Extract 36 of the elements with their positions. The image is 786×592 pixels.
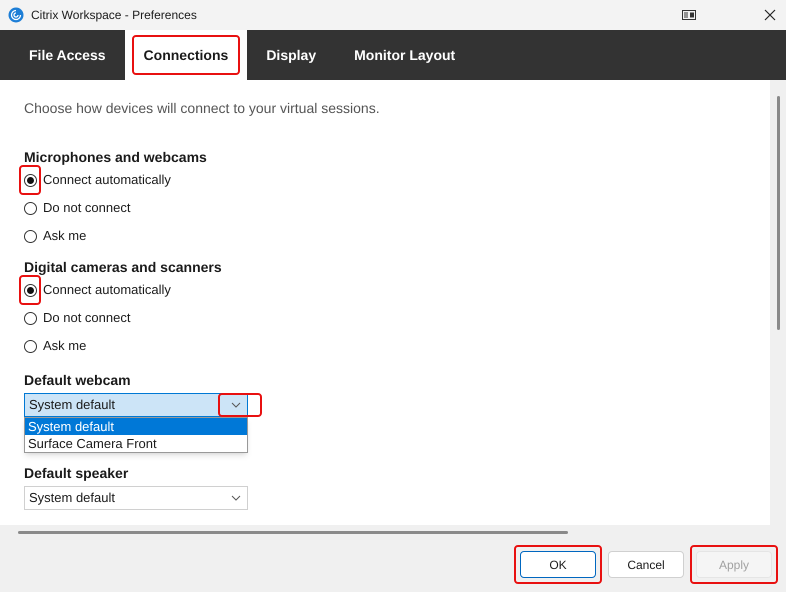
highlight-frame: Connections [132,35,240,75]
tab[interactable]: Display [247,30,336,80]
radio-button[interactable] [24,202,36,214]
radio-button[interactable] [24,230,36,242]
dialog-button[interactable]: OK [520,551,596,578]
radio-button[interactable] [24,340,36,352]
option-label: Connect automatically [43,281,171,300]
tab[interactable]: Connections [124,30,248,80]
dropdown[interactable]: System default [24,393,248,417]
radio-button[interactable] [24,284,36,296]
dropdown[interactable]: System default [24,486,248,510]
dropdown-value: System default [29,396,115,414]
option-label: Ask me [43,227,86,246]
intro-text: Choose how devices will connect to your virtual sessions. [24,99,381,118]
chevron-down-icon [231,495,241,501]
close-icon[interactable] [764,9,776,21]
option-label: Connect automatically [43,171,171,190]
window-mode-icon[interactable] [682,10,696,20]
tab[interactable]: File Access [10,30,125,80]
radio-button[interactable] [24,312,36,324]
option-label: Do not connect [43,199,130,218]
window-title: Citrix Workspace - Preferences [31,7,197,24]
radio-button[interactable] [24,174,36,186]
group-heading: Microphones and webcams [24,148,208,166]
dialog-button[interactable]: Cancel [608,551,684,578]
tab[interactable]: Monitor Layout [335,30,474,80]
group-heading: Digital cameras and scanners [24,258,223,276]
option-label: Do not connect [43,309,130,328]
field-label: Default webcam [24,371,132,390]
dropdown-option[interactable]: System default [25,418,247,435]
dropdown-value: System default [29,489,115,508]
app-logo-icon [8,7,24,23]
option-label: Ask me [43,337,86,356]
field-label: Default speaker [24,464,130,483]
dropdown-option[interactable]: Surface Camera Front [25,435,247,452]
chevron-down-icon [231,402,241,408]
